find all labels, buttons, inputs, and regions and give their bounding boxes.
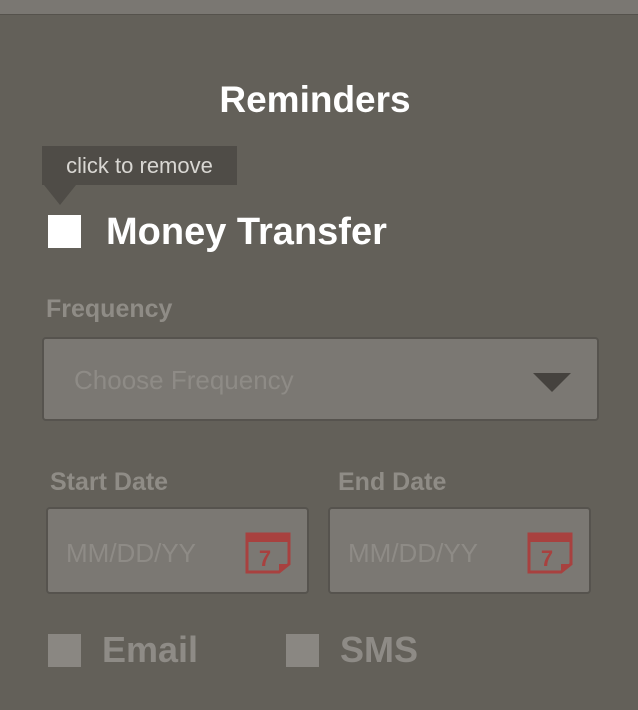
- calendar-icon[interactable]: 7: [245, 530, 291, 574]
- end-date-label: End Date: [338, 468, 447, 496]
- top-bar: [0, 0, 638, 15]
- frequency-label: Frequency: [46, 295, 173, 323]
- calendar-day: 7: [259, 546, 271, 571]
- tooltip-arrow: [44, 185, 76, 205]
- money-transfer-checkbox[interactable]: [48, 215, 81, 248]
- page-title: Reminders: [219, 79, 411, 120]
- end-date-placeholder: MM/DD/YY: [348, 538, 478, 568]
- email-label[interactable]: Email: [102, 628, 198, 672]
- end-date-input[interactable]: MM/DD/YY 7: [328, 507, 591, 594]
- sms-checkbox[interactable]: [286, 634, 319, 667]
- frequency-placeholder: Choose Frequency: [74, 365, 294, 395]
- email-checkbox[interactable]: [48, 634, 81, 667]
- chevron-down-icon: [533, 373, 571, 392]
- frequency-select[interactable]: Choose Frequency: [42, 337, 599, 421]
- sms-label[interactable]: SMS: [340, 628, 418, 672]
- start-date-input[interactable]: MM/DD/YY 7: [46, 507, 309, 594]
- calendar-icon[interactable]: 7: [527, 530, 573, 574]
- money-transfer-label[interactable]: Money Transfer: [106, 208, 387, 256]
- start-date-placeholder: MM/DD/YY: [66, 538, 196, 568]
- calendar-day: 7: [541, 546, 553, 571]
- remove-tooltip: click to remove: [42, 146, 237, 185]
- start-date-label: Start Date: [50, 468, 169, 496]
